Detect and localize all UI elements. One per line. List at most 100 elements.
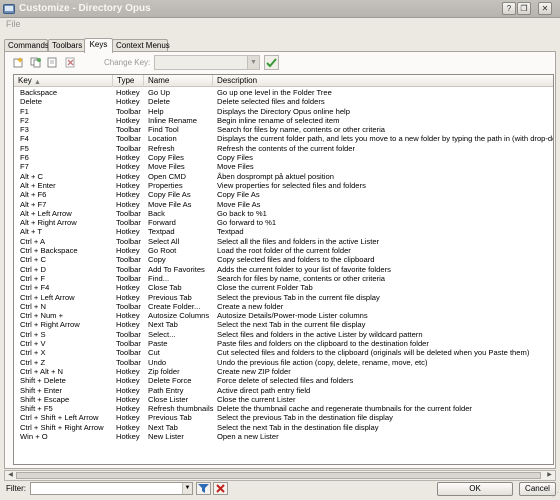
table-row[interactable]: Alt + Enter Hotkey Properties View properti… xyxy=(14,181,553,190)
filter-apply-button[interactable] xyxy=(196,482,211,495)
table-row[interactable]: Alt + Left Arrow Toolbar Back Go back to %1 xyxy=(14,208,553,218)
cancel-button[interactable]: Cancel xyxy=(519,482,556,496)
row-name: Delete xyxy=(148,97,170,107)
row-type: Hotkey xyxy=(116,320,140,330)
table-row[interactable]: Ctrl + Z Toolbar Undo Undo the previous fil… xyxy=(14,357,553,367)
table-row[interactable]: Alt + Right Arrow Toolbar Forward Go forwar… xyxy=(14,218,553,228)
scroll-left-icon[interactable]: ◀ xyxy=(5,471,16,480)
ok-button[interactable]: OK xyxy=(437,482,513,496)
table-row[interactable]: Alt + T Hotkey Textpad Textpad xyxy=(14,227,553,237)
row-name: Go Root xyxy=(148,246,177,256)
row-name: Previous Tab xyxy=(148,413,192,423)
chevron-down-icon[interactable]: ▼ xyxy=(247,56,259,69)
table-row[interactable]: Shift + Escape Hotkey Close Lister Close th… xyxy=(14,395,553,404)
table-row[interactable]: Shift + Delete Hotkey Delete Force Force de… xyxy=(14,376,553,385)
table-row[interactable]: Ctrl + Shift + Left Arrow Hotkey Previous … xyxy=(14,413,553,423)
row-key: Ctrl + Shift + Left Arrow xyxy=(20,413,99,423)
row-type: Toolbar xyxy=(116,125,141,135)
row-key: Ctrl + X xyxy=(20,348,46,358)
table-row[interactable]: Ctrl + D Toolbar Add To Favorites Adds the … xyxy=(14,264,553,274)
table-row[interactable]: Ctrl + Left Arrow Hotkey Previous Tab Selec… xyxy=(14,292,553,302)
edit-hotkey-icon[interactable] xyxy=(47,57,58,68)
table-row[interactable]: F3 Toolbar Find Tool Search for files by na… xyxy=(14,125,553,135)
row-key: Ctrl + S xyxy=(20,329,46,339)
table-row[interactable]: F5 Toolbar Refresh Refresh the contents of … xyxy=(14,143,553,153)
row-name: Previous Tab xyxy=(148,292,192,302)
filter-clear-button[interactable] xyxy=(213,482,228,495)
row-name: Copy File As xyxy=(148,190,191,200)
row-name: Textpad xyxy=(148,227,175,237)
table-row[interactable]: Ctrl + N Toolbar Create Folder... Create a … xyxy=(14,302,553,311)
row-description: Active direct path entry field xyxy=(217,385,311,395)
table-row[interactable]: Win + O Hotkey New Lister Open a new Lister xyxy=(14,432,553,441)
column-header-description[interactable]: Description xyxy=(213,75,553,87)
column-header-name[interactable]: Name xyxy=(144,75,213,87)
menu-file[interactable]: File xyxy=(6,19,21,29)
checkmark-icon xyxy=(266,58,277,68)
help-button[interactable]: ? xyxy=(502,2,516,15)
change-key-combo[interactable]: ▼ xyxy=(154,55,260,70)
row-type: Hotkey xyxy=(116,88,140,97)
table-row[interactable]: Ctrl + Backspace Hotkey Go Root Load the ro… xyxy=(14,246,553,256)
delete-hotkey-icon[interactable] xyxy=(65,57,76,68)
table-row[interactable]: Backspace Hotkey Go Up Go up one level in t… xyxy=(14,88,553,97)
table-row[interactable]: F4 Toolbar Location Displays the current fo… xyxy=(14,134,553,143)
table-row[interactable]: Ctrl + V Toolbar Paste Paste files and fold… xyxy=(14,339,553,349)
row-name: Cut xyxy=(148,348,160,358)
keys-panel: Change Key: ▼ Key ▲ Type Name Descriptio… xyxy=(4,51,556,469)
row-type: Hotkey xyxy=(116,311,140,321)
title-bar[interactable]: Customize - Directory Opus ? ❐ ✕ xyxy=(0,0,560,18)
resize-grip-icon[interactable]: ⋰ xyxy=(552,491,559,499)
scrollbar-thumb[interactable] xyxy=(16,472,541,479)
row-type: Hotkey xyxy=(116,422,140,432)
table-row[interactable]: Ctrl + S Toolbar Select... Select files and… xyxy=(14,329,553,339)
table-row[interactable]: Alt + C Hotkey Open CMD Åben dosprompt på a… xyxy=(14,171,553,181)
restore-button[interactable]: ❐ xyxy=(517,2,531,15)
row-type: Hotkey xyxy=(116,199,140,209)
column-header-type[interactable]: Type xyxy=(113,75,144,87)
table-row[interactable]: Shift + F5 Hotkey Refresh thumbnails Delete… xyxy=(14,404,553,414)
row-type: Hotkey xyxy=(116,171,140,181)
table-row[interactable]: Alt + F6 Hotkey Copy File As Copy File As xyxy=(14,190,553,200)
table-row[interactable]: Ctrl + X Toolbar Cut Cut selected files and… xyxy=(14,348,553,358)
table-row[interactable]: F6 Hotkey Copy Files Copy Files xyxy=(14,153,553,163)
row-name: Select All xyxy=(148,236,180,246)
table-row[interactable]: F2 Hotkey Inline Rename Begin inline rename… xyxy=(14,116,553,125)
table-row[interactable]: Ctrl + Shift + Right Arrow Hotkey Next Tab… xyxy=(14,422,553,432)
row-description: Copy Files xyxy=(217,153,253,163)
row-description: Undo the previous file action (copy, del… xyxy=(217,357,428,367)
table-row[interactable]: Delete Hotkey Delete Delete selected files … xyxy=(14,97,553,107)
table-row[interactable]: Alt + F7 Hotkey Move File As Move File As xyxy=(14,199,553,209)
table-row[interactable]: Ctrl + Num + Hotkey Autosize Columns Autosi… xyxy=(14,311,553,321)
row-name: Copy Files xyxy=(148,153,184,163)
scroll-right-icon[interactable]: ▶ xyxy=(544,471,555,480)
filter-input[interactable]: ▼ xyxy=(30,482,193,495)
table-row[interactable]: Ctrl + F4 Hotkey Close Tab Close the curren… xyxy=(14,283,553,292)
apply-key-button[interactable] xyxy=(264,55,279,70)
row-name: Add To Favorites xyxy=(148,264,205,274)
horizontal-scrollbar[interactable]: ◀ ▶ xyxy=(4,470,556,481)
row-description: Refresh the contents of the current fold… xyxy=(217,143,356,153)
row-key: Shift + F5 xyxy=(20,404,53,414)
chevron-down-icon[interactable]: ▼ xyxy=(182,483,192,494)
menu-bar: File xyxy=(0,18,560,31)
tab-keys[interactable]: Keys xyxy=(84,38,113,53)
row-key: Ctrl + V xyxy=(20,339,46,349)
table-row[interactable]: Ctrl + Right Arrow Hotkey Next Tab Select t… xyxy=(14,320,553,330)
table-row[interactable]: Shift + Enter Hotkey Path Entry Active dire… xyxy=(14,385,553,395)
table-row[interactable]: Ctrl + C Toolbar Copy Copy selected files a… xyxy=(14,255,553,264)
row-name: Forward xyxy=(148,218,176,228)
close-button[interactable]: ✕ xyxy=(538,2,552,15)
row-type: Toolbar xyxy=(116,357,141,367)
copy-hotkey-icon[interactable] xyxy=(30,57,41,68)
row-key: F7 xyxy=(20,162,29,172)
new-hotkey-icon[interactable] xyxy=(13,57,24,68)
table-row[interactable]: F1 Toolbar Help Displays the Directory Opus… xyxy=(14,107,553,116)
hotkeys-table[interactable]: Key ▲ Type Name Description Backspace Hot… xyxy=(13,74,554,465)
table-row[interactable]: Ctrl + Alt + N Hotkey Zip folder Create new… xyxy=(14,367,553,376)
table-row[interactable]: Ctrl + F Toolbar Find... Search for files b… xyxy=(14,274,553,283)
column-header-key[interactable]: Key ▲ xyxy=(14,75,113,87)
table-row[interactable]: F7 Hotkey Move Files Move Files xyxy=(14,162,553,172)
row-name: Back xyxy=(148,208,165,218)
table-row[interactable]: Ctrl + A Toolbar Select All Select all the … xyxy=(14,236,553,246)
